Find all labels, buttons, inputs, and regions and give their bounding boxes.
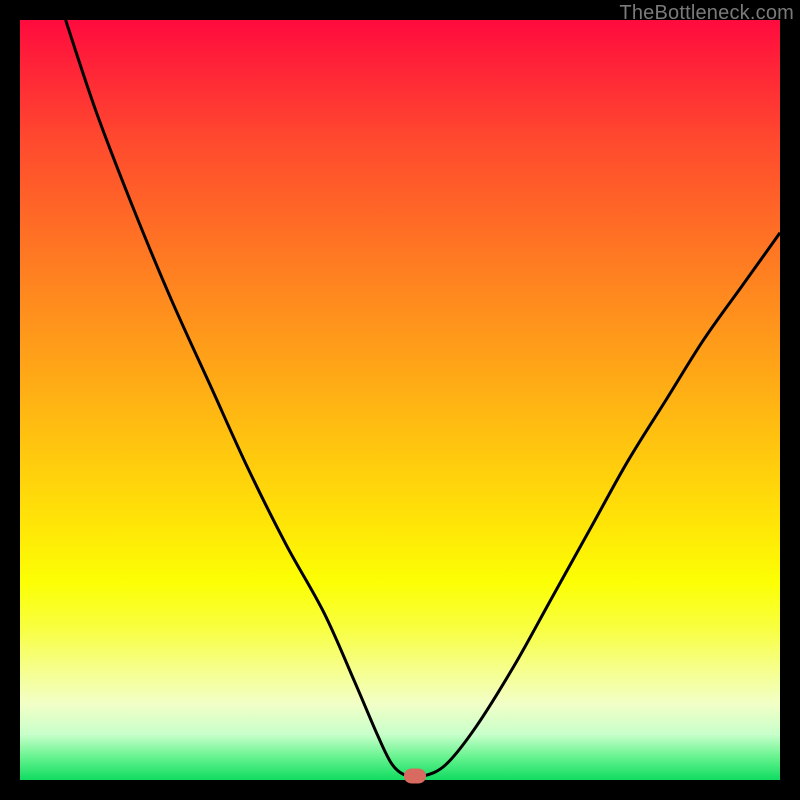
- bottleneck-curve: [20, 20, 780, 780]
- plot-area: [20, 20, 780, 780]
- optimal-marker: [404, 769, 426, 784]
- curve-path: [66, 20, 780, 778]
- chart-frame: TheBottleneck.com: [0, 0, 800, 800]
